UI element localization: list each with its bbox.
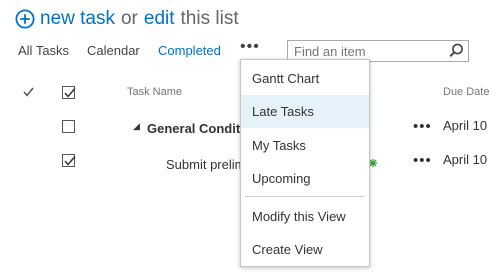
select-all-checkbox[interactable]: [62, 86, 76, 99]
row-more-button[interactable]: •••: [413, 118, 432, 135]
menu-divider: [245, 196, 365, 197]
checkmark-icon: [64, 88, 76, 98]
row-checkbox[interactable]: [62, 154, 76, 167]
search-icon: [449, 43, 463, 58]
view-tab-all-tasks[interactable]: All Tasks: [18, 43, 69, 58]
due-date: April 10: [443, 152, 488, 167]
collapse-icon[interactable]: ◢: [133, 121, 140, 132]
menu-item-gantt-chart[interactable]: Gantt Chart: [241, 62, 369, 95]
search-input[interactable]: [288, 41, 443, 61]
search-button[interactable]: [444, 41, 468, 61]
this-list-text: this list: [180, 8, 239, 29]
view-tab-calendar[interactable]: Calendar: [87, 43, 140, 58]
checkmark-icon: [64, 156, 76, 166]
add-circle-icon[interactable]: [15, 9, 35, 29]
task-name-submit-prelim[interactable]: Submit prelim: [166, 157, 245, 172]
edit-link[interactable]: edit: [144, 8, 175, 30]
menu-item-late-tasks[interactable]: Late Tasks: [241, 95, 369, 128]
menu-item-my-tasks[interactable]: My Tasks: [241, 129, 369, 162]
due-date: April 10: [443, 118, 488, 133]
task-name-general-conditions[interactable]: General Conditi: [147, 121, 244, 136]
menu-item-upcoming[interactable]: Upcoming: [241, 162, 369, 195]
column-header-due-date[interactable]: Due Date: [443, 86, 489, 98]
list-header: new task or edit this list: [15, 6, 239, 32]
new-task-link[interactable]: new task: [40, 8, 115, 30]
views-dropdown-menu: Gantt Chart Late Tasks My Tasks Upcoming…: [240, 59, 370, 267]
view-tab-completed[interactable]: Completed: [158, 43, 221, 58]
column-header-task-name[interactable]: Task Name: [127, 86, 182, 98]
row-checkbox[interactable]: [62, 120, 75, 133]
menu-item-modify-this-view[interactable]: Modify this View: [241, 200, 369, 233]
check-icon: [23, 87, 34, 97]
row-more-button[interactable]: •••: [413, 152, 432, 169]
or-text: or: [120, 8, 138, 29]
menu-item-create-view[interactable]: Create View: [241, 233, 369, 266]
more-views-button[interactable]: •••: [240, 38, 260, 56]
